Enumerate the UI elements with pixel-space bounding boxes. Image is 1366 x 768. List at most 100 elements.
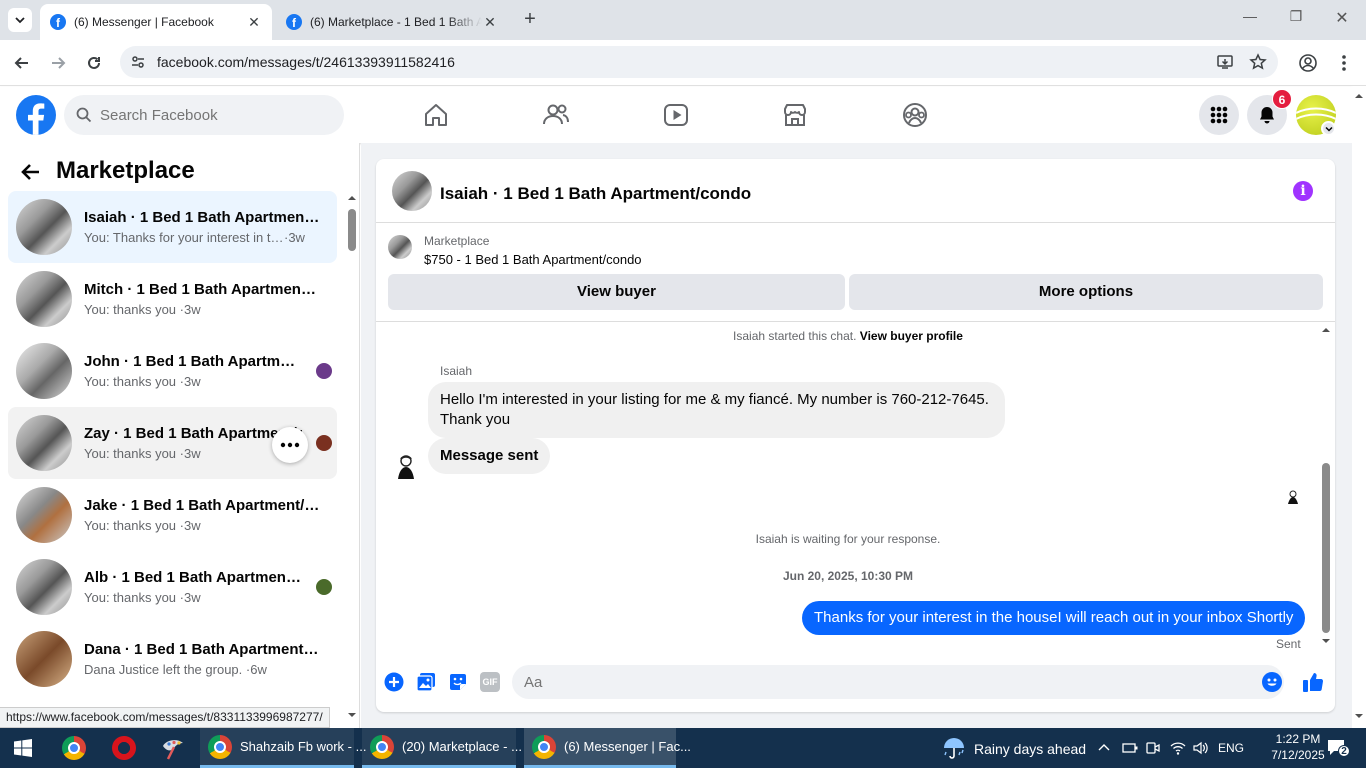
outgoing-message-bubble[interactable]: Thanks for your interest in the houseI w… [802, 601, 1306, 635]
browser-menu-icon[interactable] [1334, 53, 1354, 73]
close-window-button[interactable]: ✕ [1322, 8, 1362, 32]
chat-scrollbar[interactable] [1320, 325, 1332, 647]
conversation-preview: You: Thanks for your interest in the hou… [84, 230, 284, 245]
plus-circle-icon[interactable] [384, 672, 404, 692]
reload-icon [88, 56, 100, 69]
conversation-options-button[interactable] [272, 427, 308, 463]
volume-icon[interactable] [1192, 740, 1210, 756]
new-tab-button[interactable]: + [518, 9, 542, 30]
seen-receipt-avatar [1286, 489, 1300, 505]
address-bar[interactable]: facebook.com/messages/t/2461339391158241… [120, 46, 1278, 78]
system-tray: Rainy days ahead ENG 1:22 PM 7/12/2025 2 [940, 728, 1366, 768]
conversation-time: ·3w [179, 446, 201, 461]
message-input[interactable] [512, 665, 1232, 699]
battery-icon[interactable] [1122, 742, 1138, 754]
close-tab-icon[interactable]: ✕ [482, 14, 498, 31]
friends-icon [543, 104, 569, 125]
bookmark-star-icon[interactable] [1249, 53, 1267, 71]
account-dropdown[interactable] [1321, 121, 1336, 136]
nav-marketplace[interactable] [775, 95, 815, 135]
info-icon[interactable]: i [1293, 181, 1313, 201]
opera-taskbar-icon[interactable] [112, 736, 136, 760]
nav-groups[interactable] [895, 95, 935, 135]
groups-icon [903, 103, 927, 127]
conversation-item[interactable]: Jake · 1 Bed 1 Bath Apartment/condo You:… [8, 479, 337, 551]
conversation-name: John · 1 Bed 1 Bath Apartment/condo [84, 353, 302, 370]
incoming-message-bubble[interactable]: Hello I'm interested in your listing for… [428, 382, 1005, 438]
gif-icon[interactable]: GIF [480, 672, 500, 692]
reload-button[interactable] [84, 53, 104, 73]
restore-button[interactable]: ❐ [1276, 8, 1316, 32]
close-tab-icon[interactable]: ✕ [246, 14, 262, 31]
language-indicator[interactable]: ENG [1218, 741, 1244, 755]
search-input[interactable] [100, 106, 320, 124]
browser-tab-marketplace[interactable]: f (6) Marketplace - 1 Bed 1 Bath Apartme… [276, 4, 508, 40]
meet-now-icon[interactable] [1146, 740, 1160, 756]
chevron-up-icon[interactable] [1098, 742, 1110, 754]
conversation-item[interactable]: Alb · 1 Bed 1 Bath Apartment/condo You: … [8, 551, 337, 623]
conversation-item[interactable]: Isaiah · 1 Bed 1 Bath Apartment/condo Yo… [8, 191, 337, 263]
facebook-search[interactable] [64, 95, 344, 135]
chrome-taskbar-icon[interactable] [62, 736, 86, 760]
emoji-icon[interactable] [1262, 672, 1282, 692]
clock[interactable]: 1:22 PM 7/12/2025 [1268, 731, 1328, 763]
conversation-item[interactable]: Dana · 1 Bed 1 Bath Apartment/condo Dana… [8, 623, 337, 695]
conversation-time: ·3w [179, 302, 201, 317]
listing-mini-thumbnail [388, 235, 412, 259]
conversation-item[interactable]: John · 1 Bed 1 Bath Apartment/condo You:… [8, 335, 337, 407]
nav-friends[interactable] [536, 95, 576, 135]
listing-thumbnail [16, 343, 72, 399]
minimize-button[interactable]: — [1230, 8, 1270, 32]
sticker-icon[interactable] [448, 672, 468, 692]
clock-time: 1:22 PM [1275, 732, 1321, 746]
page-scrollbar[interactable] [1352, 87, 1366, 728]
marketplace-inbox-panel: Marketplace Isaiah · 1 Bed 1 Bath Apartm… [0, 143, 360, 728]
started-text: Isaiah started this chat. [733, 329, 857, 343]
taskbar-app-messenger[interactable]: (6) Messenger | Fac... [524, 728, 691, 768]
conversation-name: Dana · 1 Bed 1 Bath Apartment/condo [84, 641, 320, 658]
taskbar-app-marketplace[interactable]: (20) Marketplace - ... [362, 728, 522, 768]
thumbs-up-icon[interactable] [1302, 671, 1324, 693]
view-buyer-button[interactable]: View buyer [388, 274, 845, 310]
taskbar-app-chrome-work[interactable]: Shahzaib Fb work - ... [200, 728, 366, 768]
paint-app-icon[interactable] [160, 736, 186, 760]
nav-video[interactable] [656, 95, 696, 135]
view-buyer-profile-link[interactable]: View buyer profile [860, 329, 963, 343]
back-button[interactable] [20, 161, 42, 183]
action-center-button[interactable]: 2 [1326, 737, 1350, 759]
conversation-preview: Dana Justice left the group. [84, 662, 243, 677]
taskbar-app-label: (20) Marketplace - ... [402, 739, 522, 754]
install-app-icon[interactable] [1216, 53, 1234, 71]
wifi-icon[interactable] [1170, 740, 1186, 756]
message-input-box[interactable] [512, 665, 1284, 699]
sent-status: Sent [1276, 637, 1301, 651]
photo-icon[interactable] [416, 672, 436, 692]
sender-avatar[interactable] [394, 453, 418, 481]
chat-listing-thumbnail[interactable] [392, 171, 432, 211]
clock-date: 7/12/2025 [1271, 748, 1325, 762]
listing-price-title[interactable]: $750 - 1 Bed 1 Bath Apartment/condo [424, 252, 642, 267]
conversation-preview: You: thanks you [84, 518, 177, 533]
weather-text[interactable]: Rainy days ahead [974, 741, 1086, 757]
more-options-button[interactable]: More options [849, 274, 1323, 310]
browser-tab-messenger[interactable]: f (6) Messenger | Facebook ✕ [40, 4, 272, 40]
chat-title[interactable]: Isaiah · 1 Bed 1 Bath Apartment/condo [440, 184, 751, 204]
incoming-message-bubble[interactable]: Message sent [428, 438, 551, 474]
site-settings-icon[interactable] [130, 54, 146, 70]
tab-search-button[interactable] [8, 8, 32, 32]
profile-icon[interactable] [1298, 53, 1318, 73]
facebook-logo[interactable] [16, 95, 56, 135]
nav-home[interactable] [416, 95, 456, 135]
conversation-item[interactable]: Mitch · 1 Bed 1 Bath Apartment/condo You… [8, 263, 337, 335]
conversation-preview: You: thanks you [84, 302, 177, 317]
windows-start-icon[interactable] [14, 739, 32, 757]
rain-weather-icon[interactable] [942, 736, 966, 760]
menu-button[interactable] [1199, 95, 1239, 135]
back-button[interactable] [12, 53, 32, 73]
browser-tab-strip: f (6) Messenger | Facebook ✕ f (6) Marke… [0, 0, 1366, 40]
notification-badge: 6 [1272, 89, 1292, 109]
forward-button[interactable] [48, 53, 68, 73]
marketplace-label: Marketplace [424, 234, 490, 248]
conversation-list-scrollbar[interactable] [344, 191, 360, 721]
divider [376, 321, 1335, 322]
